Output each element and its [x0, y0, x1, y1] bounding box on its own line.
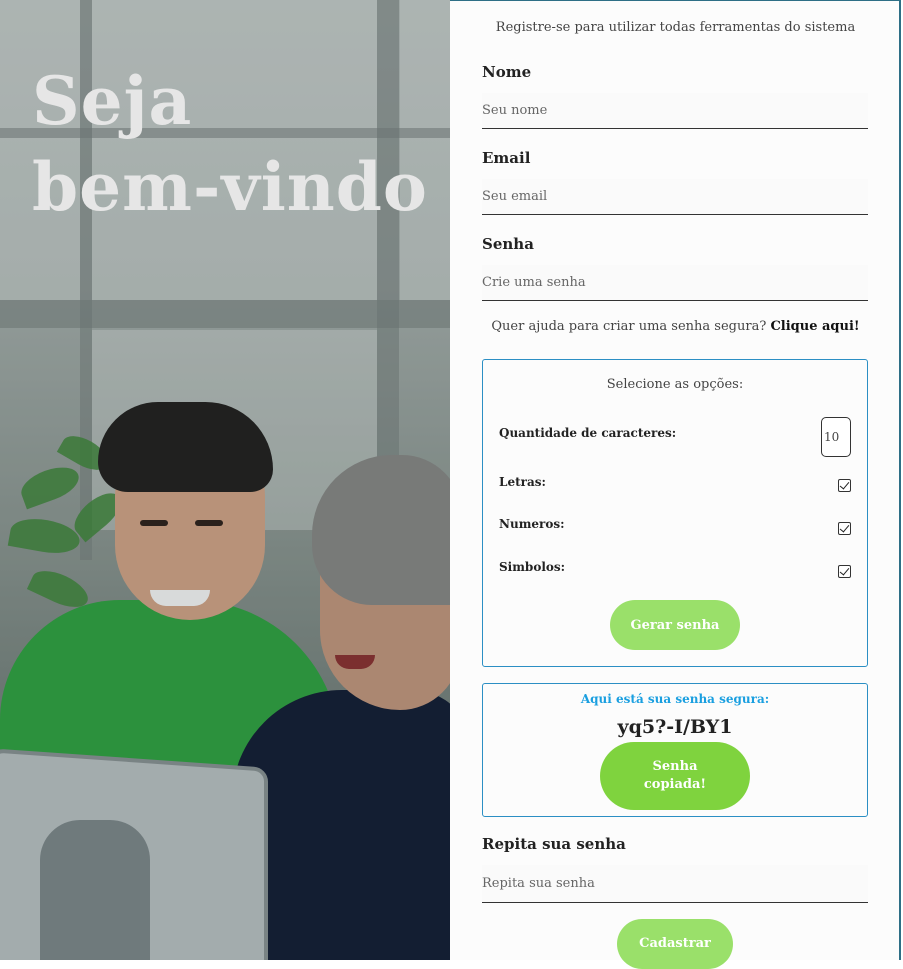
- symbols-label: Simbolos:: [499, 560, 566, 574]
- form-subtitle: Registre-se para utilizar todas ferramen…: [495, 20, 856, 35]
- register-button[interactable]: Cadastrar: [617, 919, 733, 969]
- options-title: Selecione as opções:: [606, 377, 744, 392]
- email-label: Email: [482, 149, 531, 167]
- generated-password: yq5?-I/BY1: [617, 716, 733, 738]
- letters-checkbox[interactable]: [838, 479, 851, 492]
- welcome-heading: Seja bem-vindo: [32, 58, 428, 230]
- repeat-password-label: Repita sua senha: [482, 835, 626, 853]
- numbers-checkbox[interactable]: [838, 522, 851, 535]
- generate-password-button[interactable]: Gerar senha: [610, 600, 740, 650]
- letters-label: Letras:: [499, 475, 546, 489]
- length-input[interactable]: [821, 417, 851, 457]
- generated-password-box: Aqui está sua senha segura: yq5?-I/BY1 S…: [482, 683, 868, 817]
- welcome-heading-line1: Seja: [32, 62, 193, 140]
- signup-panel: Registre-se para utilizar todas ferramen…: [450, 0, 901, 969]
- password-label: Senha: [482, 235, 534, 253]
- welcome-heading-line2: bem-vindo: [32, 148, 428, 226]
- symbols-checkbox[interactable]: [838, 565, 851, 578]
- password-help-text: Quer ajuda para criar uma senha segura?: [491, 319, 767, 334]
- password-generator-options: Selecione as opções: Quantidade de carac…: [482, 359, 868, 667]
- name-field[interactable]: [482, 93, 868, 129]
- password-help-link[interactable]: Clique aqui!: [770, 319, 859, 334]
- length-label: Quantidade de caracteres:: [499, 426, 677, 440]
- hero-panel: Seja bem-vindo: [0, 0, 450, 960]
- numbers-label: Numeros:: [499, 517, 565, 531]
- result-title: Aqui está sua senha segura:: [580, 692, 770, 706]
- repeat-password-field[interactable]: [482, 865, 868, 903]
- copy-password-button[interactable]: Senha copiada!: [600, 742, 750, 810]
- name-label: Nome: [482, 63, 532, 81]
- password-help: Quer ajuda para criar uma senha segura? …: [450, 319, 901, 334]
- email-field[interactable]: [482, 179, 868, 215]
- password-field[interactable]: [482, 265, 868, 301]
